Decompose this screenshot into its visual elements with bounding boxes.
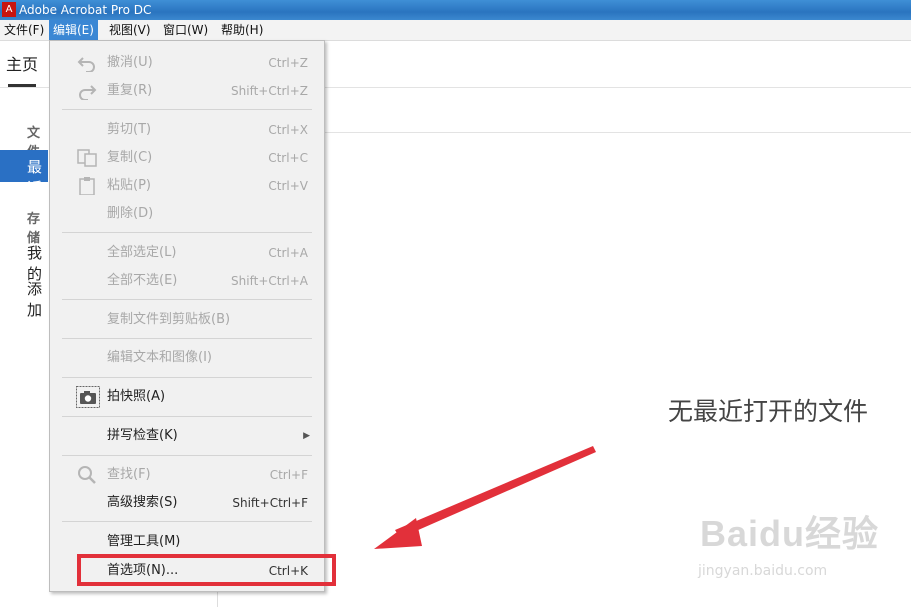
annotation-arrow-icon	[374, 446, 596, 549]
